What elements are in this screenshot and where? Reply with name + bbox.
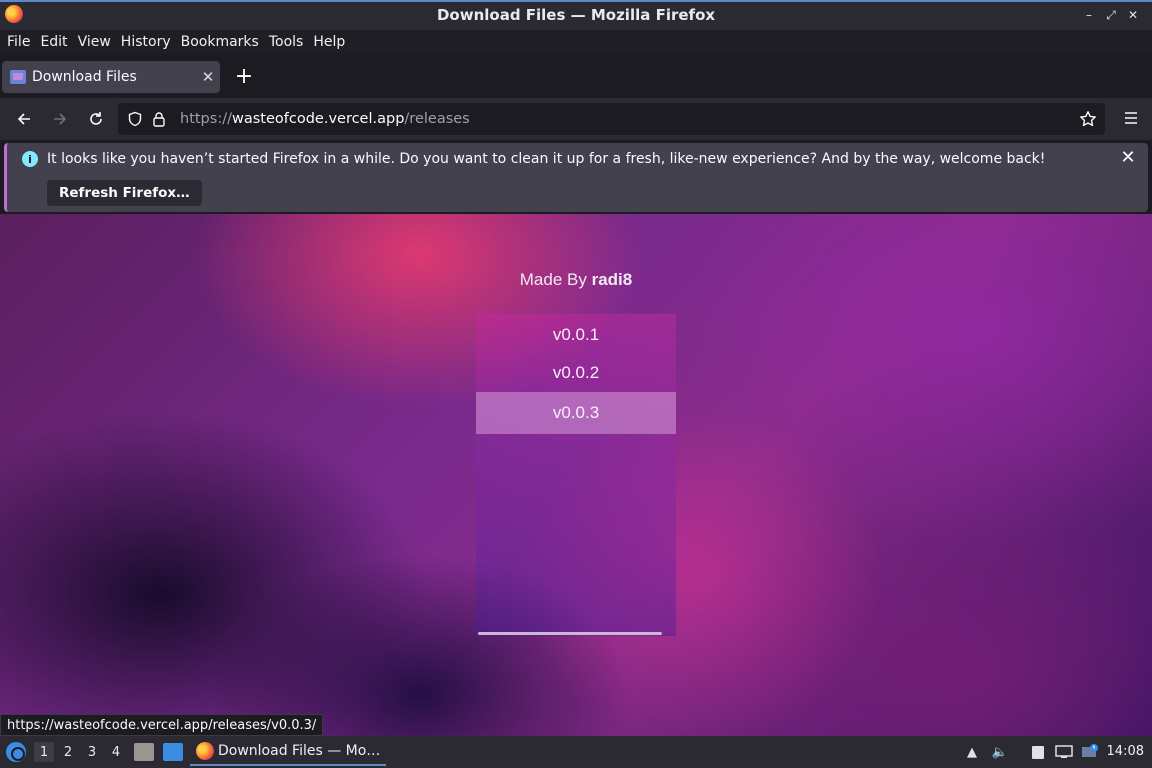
clipboard-icon[interactable]	[1028, 742, 1048, 762]
firefox-taskbar-icon	[196, 742, 214, 760]
author-name: radi8	[591, 270, 633, 289]
reload-icon[interactable]	[84, 107, 108, 131]
release-list: v0.0.1 v0.0.2 v0.0.3	[476, 314, 676, 636]
menu-help[interactable]: Help	[312, 34, 352, 50]
status-link-preview: https://wasteofcode.vercel.app/releases/…	[0, 714, 324, 736]
file-manager-icon[interactable]	[134, 743, 154, 761]
refresh-firefox-button[interactable]: Refresh Firefox…	[47, 180, 202, 206]
menu-edit[interactable]: Edit	[39, 34, 74, 50]
taskbar-window-label: Download Files — Mo…	[218, 743, 381, 759]
notification-alert-icon[interactable]	[1080, 742, 1100, 762]
tab-strip: Download Files ✕ +	[0, 56, 1152, 98]
window-title: Download Files — Mozilla Firefox	[436, 6, 716, 24]
titlebar-accent	[0, 0, 1152, 2]
workspace-4[interactable]: 4	[106, 742, 126, 762]
hamburger-menu-icon[interactable]	[1122, 109, 1140, 129]
menu-view[interactable]: View	[77, 34, 118, 50]
forward-icon[interactable]	[48, 107, 72, 131]
notification-message: It looks like you haven’t started Firefo…	[47, 151, 1046, 167]
tab-label: Download Files	[32, 69, 137, 85]
start-menu-icon[interactable]	[6, 742, 26, 762]
window-controls: – ⤢ ✕	[1078, 6, 1144, 24]
workspace-1[interactable]: 1	[34, 742, 54, 762]
release-item-v0-0-1[interactable]: v0.0.1	[476, 314, 676, 356]
new-tab-icon[interactable]: +	[232, 66, 256, 90]
minimize-icon[interactable]: –	[1078, 6, 1100, 24]
volume-icon[interactable]: 🔈	[990, 742, 1010, 762]
tab-favicon-icon	[10, 70, 26, 84]
url-bar[interactable]: https://wasteofcode.vercel.app/releases	[118, 103, 1105, 135]
menu-tools[interactable]: Tools	[268, 34, 311, 50]
release-list-scrollbar[interactable]	[478, 632, 662, 635]
made-by-credit: Made By radi8	[519, 270, 633, 289]
back-icon[interactable]	[12, 107, 36, 131]
taskbar-firefox-window[interactable]: Download Files — Mo…	[190, 738, 386, 766]
taskbar: 1 2 3 4 Download Files — Mo… ▲ 🔈 14:08	[0, 736, 1152, 768]
tab-close-icon[interactable]: ✕	[196, 68, 220, 86]
menu-bar: File Edit View History Bookmarks Tools H…	[0, 30, 1152, 54]
menu-history[interactable]: History	[120, 34, 178, 50]
release-item-v0-0-2[interactable]: v0.0.2	[476, 352, 676, 394]
lock-icon[interactable]	[148, 108, 170, 130]
workspace-3[interactable]: 3	[82, 742, 102, 762]
window-titlebar: Download Files — Mozilla Firefox – ⤢ ✕	[0, 0, 1152, 30]
refresh-notification-bar: i It looks like you haven’t started Fire…	[4, 143, 1148, 212]
network-icon[interactable]	[1054, 742, 1074, 762]
tray-arrow-icon[interactable]: ▲	[962, 742, 982, 762]
show-desktop-icon[interactable]	[163, 743, 183, 761]
page-content: Made By radi8 v0.0.1 v0.0.2 v0.0.3	[0, 214, 1152, 736]
bookmark-star-icon[interactable]	[1077, 108, 1099, 130]
info-icon: i	[22, 151, 38, 167]
workspace-2[interactable]: 2	[58, 742, 78, 762]
close-window-icon[interactable]: ✕	[1122, 6, 1144, 24]
close-notification-icon[interactable]: ✕	[1118, 149, 1138, 169]
menu-file[interactable]: File	[6, 34, 37, 50]
menu-bookmarks[interactable]: Bookmarks	[180, 34, 266, 50]
taskbar-clock: 14:08	[1106, 744, 1144, 759]
url-text[interactable]: https://wasteofcode.vercel.app/releases	[180, 111, 470, 127]
tab-download-files[interactable]: Download Files ✕	[2, 61, 220, 93]
restore-icon[interactable]: ⤢	[1100, 6, 1122, 24]
firefox-logo-icon	[5, 5, 23, 23]
tracking-shield-icon[interactable]	[124, 108, 146, 130]
release-item-v0-0-3[interactable]: v0.0.3	[476, 392, 676, 434]
navigation-bar: https://wasteofcode.vercel.app/releases	[0, 98, 1152, 140]
